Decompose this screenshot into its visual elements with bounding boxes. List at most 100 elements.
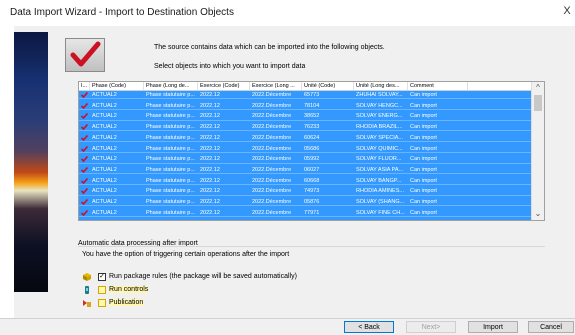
table-row[interactable]: ACTUAL2 Phase statutaire p... 2022.12 2022.… bbox=[79, 155, 533, 164]
table-cell: SOLVAY BANGP... bbox=[356, 177, 402, 184]
table-cell: 2022.12 bbox=[200, 113, 220, 120]
table-cell: 2022.Décembre bbox=[252, 188, 292, 195]
table-row[interactable]: ACTUAL2 Phase statutaire p... 2022.12 2022.… bbox=[79, 176, 533, 185]
table-cell: 2022.Décembre bbox=[252, 102, 292, 109]
run-package-rules-checkbox[interactable]: ✓ bbox=[98, 273, 106, 281]
row-status-icon bbox=[80, 91, 89, 99]
close-icon[interactable]: X bbox=[561, 4, 573, 18]
column-header[interactable]: Phase (Code) bbox=[90, 82, 144, 90]
publication-label[interactable]: Publication bbox=[109, 299, 144, 306]
table-cell: ACTUAL2 bbox=[92, 124, 117, 131]
option-publication[interactable]: Publication bbox=[82, 298, 502, 310]
table-row[interactable]: ACTUAL2 Phase statutaire p... 2022.12 2022.… bbox=[79, 208, 533, 218]
table-cell: 2022.12 bbox=[200, 134, 220, 141]
table-cell: Phase statutaire p... bbox=[146, 134, 195, 141]
back-button[interactable]: < Back bbox=[344, 321, 394, 333]
table-row[interactable]: ACTUAL2 Phase statutaire p... 2022.12 2022.… bbox=[79, 165, 533, 175]
table-cell: Phase statutaire p... bbox=[146, 209, 195, 216]
grid-scrollbar[interactable]: ^ ⌄ bbox=[531, 82, 544, 220]
table-cell: 60624 bbox=[304, 134, 320, 141]
table-cell: 2022.Décembre bbox=[252, 92, 292, 98]
table-cell: 2022.Décembre bbox=[252, 177, 292, 184]
table-cell: 78104 bbox=[304, 102, 320, 109]
row-status-icon bbox=[80, 209, 89, 216]
column-header[interactable]: I... bbox=[79, 82, 90, 90]
auto-processing-description: You have the option of triggering certai… bbox=[82, 251, 290, 258]
intro-text: The source contains data which can be im… bbox=[154, 44, 385, 51]
table-cell: 2022.Décembre bbox=[252, 134, 292, 141]
table-row[interactable]: ACTUAL2 Phase statutaire p... 2022.12 2022.… bbox=[79, 101, 533, 111]
table-cell: 06027 bbox=[304, 166, 320, 173]
table-cell: SOLVAY ENERG... bbox=[356, 113, 403, 120]
column-header[interactable]: Comment bbox=[408, 82, 468, 90]
table-cell: 2022.12 bbox=[200, 209, 220, 216]
run-controls-label[interactable]: Run controls bbox=[109, 286, 149, 293]
table-cell: 76233 bbox=[304, 124, 320, 131]
table-cell: Phase statutaire p... bbox=[146, 188, 195, 195]
table-cell: Phase statutaire p... bbox=[146, 177, 195, 184]
auto-processing-group: Automatic data processing after import Y… bbox=[78, 240, 545, 320]
table-cell: 65773 bbox=[304, 92, 320, 98]
table-cell: 2022.Décembre bbox=[252, 113, 292, 120]
table-row[interactable]: ACTUAL2 Phase statutaire p... 2022.12 2022.… bbox=[79, 187, 533, 196]
row-status-icon bbox=[80, 188, 89, 195]
table-cell: SOLVAY HENGC... bbox=[356, 102, 403, 109]
table-cell: 2022.12 bbox=[200, 188, 220, 195]
table-cell: 05686 bbox=[304, 145, 320, 152]
option-run-controls[interactable]: Run controls bbox=[82, 285, 502, 297]
wizard-content: The source contains data which can be im… bbox=[14, 26, 575, 318]
cancel-button[interactable]: Cancel bbox=[528, 321, 574, 333]
scroll-up-icon[interactable]: ^ bbox=[532, 82, 544, 94]
table-cell: Phase statutaire p... bbox=[146, 102, 195, 109]
column-header[interactable]: Phase (Long de... bbox=[144, 82, 198, 90]
run-controls-checkbox[interactable] bbox=[98, 286, 106, 294]
table-cell: 38652 bbox=[304, 113, 320, 120]
title-bar: Data Import Wizard - Import to Destinati… bbox=[0, 0, 575, 24]
table-cell: ACTUAL2 bbox=[92, 188, 117, 195]
row-status-icon bbox=[80, 145, 89, 152]
table-cell: SOLVAY FLUOR... bbox=[356, 156, 402, 163]
table-cell: 05876 bbox=[304, 199, 320, 205]
table-cell: 2022.12 bbox=[200, 124, 220, 131]
table-cell: ACTUAL2 bbox=[92, 166, 117, 173]
table-cell: 2022.Décembre bbox=[252, 166, 292, 173]
table-cell: ACTUAL2 bbox=[92, 113, 117, 120]
column-header[interactable]: Unité (Code) bbox=[302, 82, 354, 90]
table-cell: 2022.Décembre bbox=[252, 145, 292, 152]
row-status-icon bbox=[80, 177, 89, 184]
table-cell: 2022.Décembre bbox=[252, 124, 292, 131]
table-row[interactable]: ACTUAL2 Phase statutaire p... 2022.12 2022.… bbox=[79, 198, 533, 207]
column-header[interactable]: Exercice (Code) bbox=[198, 82, 250, 90]
table-row[interactable]: ACTUAL2 Phase statutaire p... 2022.12 2022.… bbox=[79, 112, 533, 121]
run-package-rules-label[interactable]: Run package rules (the package will be s… bbox=[109, 273, 297, 280]
table-cell: Can import bbox=[410, 166, 437, 173]
table-cell: Can import bbox=[410, 124, 437, 131]
row-status-icon bbox=[80, 198, 89, 206]
table-cell: 2022.Décembre bbox=[252, 199, 292, 205]
wizard-footer: < Back Next> Import Cancel bbox=[0, 318, 575, 335]
row-status-icon bbox=[80, 166, 89, 174]
table-cell: Can import bbox=[410, 156, 437, 163]
scroll-down-icon[interactable]: ⌄ bbox=[532, 208, 544, 220]
table-cell: ACTUAL2 bbox=[92, 199, 117, 205]
table-cell: SOLVAY (SHANG... bbox=[356, 199, 405, 205]
table-row[interactable]: ACTUAL2 Phase statutaire p... 2022.12 2022.… bbox=[79, 133, 533, 143]
publication-checkbox[interactable] bbox=[98, 299, 106, 307]
table-row[interactable]: ACTUAL2 Phase statutaire p... 2022.12 2022.… bbox=[79, 144, 533, 153]
grid-header: I... Phase (Code) Phase (Long de... Exer… bbox=[79, 82, 533, 91]
table-cell: Can import bbox=[410, 113, 437, 120]
table-cell: 77971 bbox=[304, 209, 320, 216]
table-cell: RHODIA AMINES... bbox=[356, 188, 404, 195]
column-header[interactable]: Exercice (Long ... bbox=[250, 82, 302, 90]
next-button[interactable]: Next> bbox=[406, 321, 456, 333]
row-status-icon bbox=[80, 113, 89, 120]
table-cell: ACTUAL2 bbox=[92, 177, 117, 184]
objects-grid[interactable]: I... Phase (Code) Phase (Long de... Exer… bbox=[78, 81, 545, 221]
table-row[interactable]: ACTUAL2 Phase statutaire p... 2022.12 2022.… bbox=[79, 91, 533, 100]
scroll-thumb[interactable] bbox=[534, 95, 542, 111]
import-button[interactable]: Import bbox=[468, 321, 518, 333]
table-row[interactable]: ACTUAL2 Phase statutaire p... 2022.12 2022.… bbox=[79, 123, 533, 132]
table-cell: 2022.Décembre bbox=[252, 156, 292, 163]
option-run-package-rules[interactable]: ✓ Run package rules (the package will be… bbox=[82, 272, 502, 284]
column-header[interactable]: Unité (Long des... bbox=[354, 82, 408, 90]
